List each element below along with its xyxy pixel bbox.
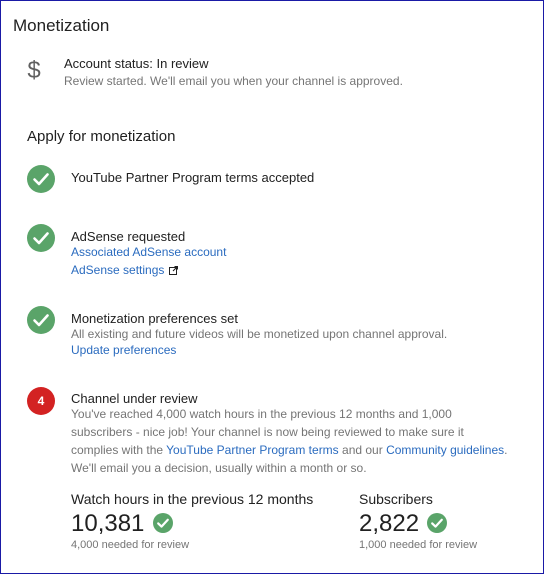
review-text-line-4: We'll email you a decision, usually with…: [71, 461, 367, 475]
check-circle-icon: [153, 513, 173, 533]
review-text-line-2: subscribers - nice job! Your channel is …: [71, 425, 464, 439]
step-number-badge: 4: [27, 387, 55, 415]
subscribers-value: 2,822: [359, 510, 420, 537]
apply-section-title: Apply for monetization: [27, 128, 176, 145]
review-text-line-1: You've reached 4,000 watch hours in the …: [71, 407, 452, 421]
check-circle-icon: [427, 513, 447, 533]
watch-hours-requirement: 4,000 needed for review: [71, 539, 190, 551]
partner-program-terms-link[interactable]: YouTube Partner Program terms: [166, 443, 339, 457]
step-review-title: Channel under review: [71, 391, 198, 406]
dollar-icon: $: [27, 57, 41, 84]
subscribers-label: Subscribers: [359, 491, 433, 507]
external-link-icon: [169, 264, 179, 278]
watch-hours-value: 10,381: [71, 510, 145, 537]
watch-hours-label: Watch hours in the previous 12 months: [71, 491, 314, 507]
step-adsense-title: AdSense requested: [71, 229, 186, 244]
review-text-middle: and our: [338, 443, 387, 457]
subscribers-requirement: 1,000 needed for review: [359, 539, 478, 551]
check-circle-icon: [27, 224, 55, 252]
review-text-suffix: .: [504, 443, 508, 457]
page-title: Monetization: [13, 16, 110, 35]
step-terms-title: YouTube Partner Program terms accepted: [71, 170, 315, 185]
check-circle-icon: [27, 306, 55, 334]
adsense-settings-link[interactable]: AdSense settings: [71, 263, 179, 278]
check-circle-icon: [27, 165, 55, 193]
account-status-title: Account status: In review: [64, 56, 209, 71]
account-status-description: Review started. We'll email you when you…: [64, 74, 403, 88]
review-text-prefix: complies with the: [71, 443, 167, 457]
adsense-settings-label: AdSense settings: [71, 263, 165, 277]
step-preferences-title: Monetization preferences set: [71, 311, 238, 326]
step-preferences-text: All existing and future videos will be m…: [71, 327, 448, 341]
review-text-line-3: complies with the YouTube Partner Progra…: [71, 441, 507, 459]
community-guidelines-link[interactable]: Community guidelines: [386, 443, 504, 457]
associated-adsense-account-link[interactable]: Associated AdSense account: [71, 245, 226, 259]
monetization-panel: Monetization $ Account status: In review…: [0, 0, 544, 574]
update-preferences-link[interactable]: Update preferences: [71, 343, 176, 357]
